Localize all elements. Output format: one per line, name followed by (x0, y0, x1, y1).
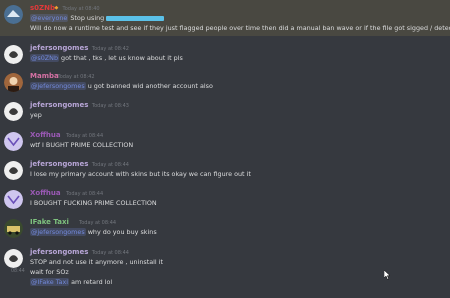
message-body: wait for SOz (30, 268, 69, 276)
message-timestamp: Today at 08:44 (91, 249, 129, 256)
user-avatar-icon[interactable] (4, 73, 23, 92)
message-group: jefersongomes Today at 08:44 I lose my pri… (0, 158, 450, 184)
message-group: jefersongomes Today at 08:43 yep (0, 99, 450, 125)
user-avatar-icon[interactable] (4, 45, 23, 64)
message-text: wait for SOz (30, 268, 69, 276)
message-group: jefersongomes Today at 08:42 @s0ZNb got th… (0, 42, 450, 68)
user-mention[interactable]: @IFake Taxi (30, 278, 70, 286)
message-timestamp: Today at 08:44 (66, 190, 104, 197)
message-timestamp: Today at 08:44 (79, 219, 117, 226)
user-avatar-icon[interactable] (4, 5, 23, 24)
message-timestamp: Today at 08:40 (62, 5, 100, 12)
message-text: @jefersongomes why do you buy skins (30, 228, 157, 236)
user-mention[interactable]: @s0ZNb (30, 54, 60, 62)
message-text: @everyone Stop using (30, 14, 165, 22)
message-body: Will do now a runtime test and see if th… (30, 24, 450, 32)
user-avatar-icon[interactable] (4, 249, 23, 268)
message-author[interactable]: Xoffhua (30, 189, 61, 197)
message-text: @s0ZNb got that , tks , let us know abou… (30, 54, 183, 62)
user-avatar-icon[interactable] (4, 161, 23, 180)
message-body: got that , tks , let us know about it pl… (59, 54, 183, 62)
message-group: Mamba Today at 08:42 @jefersongomes u got … (0, 70, 450, 96)
user-mention[interactable]: @everyone (30, 14, 69, 22)
user-avatar-icon[interactable] (4, 132, 23, 151)
message-body: I BOUGHT FUCKING PRIME COLLECTION (30, 199, 157, 207)
message-author[interactable]: Xoffhua (30, 131, 61, 139)
message-hover-timestamp: 08:44 (11, 269, 25, 274)
message-body: I lose my primary account with skins but… (30, 170, 251, 178)
user-avatar-icon[interactable] (4, 102, 23, 121)
message-author[interactable]: Mamba (30, 72, 59, 80)
user-badge-icon: ◆ (54, 5, 59, 11)
message-body: why do you buy skins (85, 228, 157, 236)
message-body: Stop using (68, 14, 105, 22)
message-text: STOP and not use it anymore , uninstall … (30, 258, 163, 266)
user-mention[interactable]: @jefersongomes (30, 228, 86, 236)
message-group: IFake Taxi Today at 08:44 @jefersongomes w… (0, 216, 450, 242)
message-author[interactable]: jefersongomes (30, 101, 88, 109)
message-body: yep (30, 111, 42, 119)
message-body: u got banned wid another account also (85, 82, 213, 90)
message-timestamp: Today at 08:42 (91, 45, 129, 52)
message-author[interactable]: jefersongomes (30, 44, 88, 52)
message-group: s0ZNb ◆ Today at 08:40 @everyone Stop using… (0, 0, 450, 36)
message-author[interactable]: jefersongomes (30, 248, 88, 256)
user-avatar-icon[interactable] (4, 219, 23, 238)
message-text: I lose my primary account with skins but… (30, 170, 251, 178)
message-group: Xoffhua Today at 08:44 wtf I BUGHT PRIME C… (0, 129, 450, 155)
message-group: Xoffhua Today at 08:44 I BOUGHT FUCKING PR… (0, 187, 450, 213)
message-body: am retard lol (69, 278, 113, 286)
message-group: jefersongomes Today at 08:44 STOP and not … (0, 246, 450, 292)
message-text: Will do now a runtime test and see if th… (30, 24, 450, 32)
user-avatar-icon[interactable] (4, 190, 23, 209)
user-mention[interactable]: @jefersongomes (30, 82, 86, 90)
message-text: yep (30, 111, 42, 119)
message-timestamp: Today at 08:44 (91, 161, 129, 168)
message-body: STOP and not use it anymore , uninstall … (30, 258, 164, 266)
message-timestamp: Today at 08:43 (91, 102, 129, 109)
message-text: @IFake Taxi am retard lol (30, 278, 112, 286)
message-text: @jefersongomes u got banned wid another … (30, 82, 213, 90)
message-text: wtf I BUGHT PRIME COLLECTION (30, 141, 133, 149)
redaction-bar (106, 15, 165, 21)
message-timestamp: Today at 08:42 (57, 73, 95, 80)
chat-messages: s0ZNb ◆ Today at 08:40 @everyone Stop using… (0, 0, 450, 298)
message-author[interactable]: IFake Taxi (30, 218, 69, 226)
message-author[interactable]: s0ZNb (30, 4, 55, 12)
message-body: wtf I BUGHT PRIME COLLECTION (30, 141, 134, 149)
message-author[interactable]: jefersongomes (30, 160, 88, 168)
mouse-cursor-icon (384, 270, 391, 280)
message-text: I BOUGHT FUCKING PRIME COLLECTION (30, 199, 157, 207)
message-timestamp: Today at 08:44 (66, 132, 104, 139)
